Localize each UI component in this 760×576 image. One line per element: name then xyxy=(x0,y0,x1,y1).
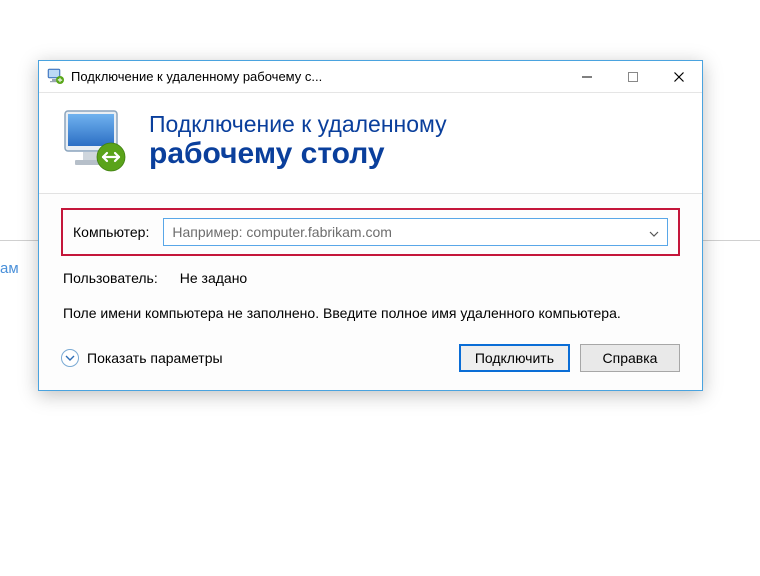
connect-button[interactable]: Подключить xyxy=(459,344,570,372)
maximize-button[interactable] xyxy=(610,61,656,92)
connect-button-label: Подключить xyxy=(475,350,554,366)
info-message: Поле имени компьютера не заполнено. Введ… xyxy=(61,304,621,324)
content-area: Компьютер: Например: computer.fabrikam.c… xyxy=(39,194,702,390)
computer-placeholder: Например: computer.fabrikam.com xyxy=(172,224,649,240)
user-value: Не задано xyxy=(180,270,247,286)
footer-row: Показать параметры Подключить Справка xyxy=(61,344,680,372)
background-partial-text: ам xyxy=(0,260,19,277)
minimize-button[interactable] xyxy=(564,61,610,92)
expand-down-icon xyxy=(61,349,79,367)
close-button[interactable] xyxy=(656,61,702,92)
user-row: Пользователь: Не задано xyxy=(61,270,680,286)
computer-label: Компьютер: xyxy=(73,224,149,240)
rdp-monitor-icon xyxy=(59,105,131,177)
show-options-toggle[interactable]: Показать параметры xyxy=(61,349,449,367)
computer-combobox[interactable]: Например: computer.fabrikam.com xyxy=(163,218,668,246)
rdp-app-icon xyxy=(47,68,65,86)
help-button[interactable]: Справка xyxy=(580,344,680,372)
rdp-dialog-window: Подключение к удаленному рабочему с... xyxy=(38,60,703,391)
chevron-down-icon xyxy=(649,225,659,240)
window-controls xyxy=(564,61,702,92)
window-title: Подключение к удаленному рабочему с... xyxy=(71,69,564,84)
banner-line1: Подключение к удаленному xyxy=(149,111,447,137)
computer-field-highlight: Компьютер: Например: computer.fabrikam.c… xyxy=(61,208,680,256)
user-label: Пользователь: xyxy=(63,270,158,286)
header-banner: Подключение к удаленному рабочему столу xyxy=(39,93,702,194)
banner-text: Подключение к удаленному рабочему столу xyxy=(149,111,447,172)
show-options-label: Показать параметры xyxy=(87,350,223,366)
titlebar[interactable]: Подключение к удаленному рабочему с... xyxy=(39,61,702,93)
banner-line2: рабочему столу xyxy=(149,137,447,172)
help-button-label: Справка xyxy=(603,350,658,366)
